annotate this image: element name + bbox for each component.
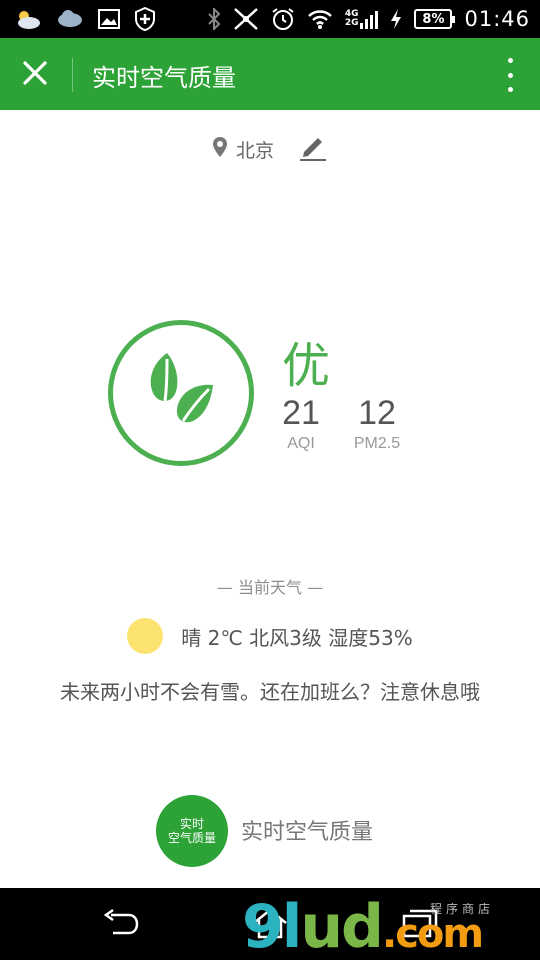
- mute-icon: [233, 7, 259, 31]
- page-title: 实时空气质量: [92, 64, 236, 92]
- header-divider: [72, 58, 73, 92]
- status-bar: 4G 2G 8% 01:46: [0, 0, 540, 38]
- air-quality-level: 优: [282, 338, 331, 394]
- back-button[interactable]: [100, 908, 140, 942]
- wifi-icon: [307, 8, 333, 30]
- more-options-button[interactable]: [504, 58, 516, 92]
- aqi-label: AQI: [287, 435, 315, 452]
- alarm-icon: [271, 7, 295, 31]
- network-type-bottom: 2G: [344, 18, 359, 28]
- battery-indicator: 8%: [414, 9, 456, 29]
- more-vert-icon: [507, 58, 513, 63]
- air-quality-icon-circle: [108, 320, 254, 466]
- weather-summary: 晴 2℃ 北风3级 湿度53%: [181, 625, 413, 650]
- edit-location-button[interactable]: [298, 132, 328, 167]
- back-icon: [101, 908, 139, 941]
- brand-logo-line2: 空气质量: [167, 831, 216, 845]
- brand-logo-line1: 实时: [179, 817, 204, 831]
- weather-forecast: 未来两小时不会有雪。还在加班么？注意休息哦: [60, 680, 480, 704]
- charging-icon: [390, 8, 402, 30]
- weather-cloud-icon: [14, 8, 42, 30]
- pm25-value: 12: [358, 394, 396, 432]
- aqi-value: 21: [282, 394, 320, 432]
- close-icon: [22, 60, 48, 90]
- city-name: 北京: [235, 140, 274, 162]
- signal-icon: 4G 2G: [345, 9, 379, 29]
- location-bar: 北京: [0, 132, 540, 167]
- cloud-icon: [56, 8, 84, 30]
- image-icon: [98, 9, 120, 29]
- watermark-subtitle: 程序商店: [430, 902, 495, 916]
- brand-name: 实时空气质量: [241, 820, 374, 845]
- clock: 01:46: [464, 7, 530, 31]
- pm25-label: PM2.5: [353, 435, 401, 452]
- leaf-icon: [139, 349, 223, 437]
- location-pin-icon: [212, 136, 228, 163]
- bluetooth-icon: [207, 8, 221, 30]
- edit-pencil-icon: [298, 132, 328, 167]
- shield-plus-icon: [134, 7, 156, 31]
- pm25-metric: 12 PM2.5: [350, 394, 404, 453]
- sun-icon: [127, 618, 164, 654]
- weather-heading: — 当前天气 —: [216, 578, 324, 597]
- app-header: 实时空气质量: [0, 38, 540, 110]
- close-button[interactable]: [20, 60, 50, 90]
- brand-logo: 实时 空气质量: [156, 795, 228, 867]
- weather-summary-row: 晴 2℃ 北风3级 湿度53%: [0, 618, 540, 654]
- aqi-metric: 21 AQI: [280, 394, 322, 453]
